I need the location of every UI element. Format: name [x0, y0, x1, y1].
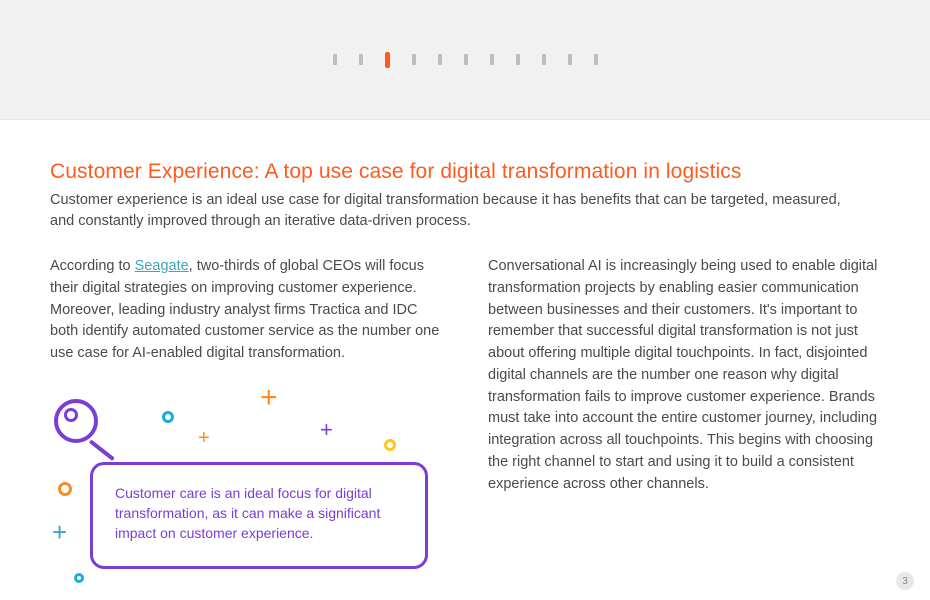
left-paragraph: According to Seagate, two-thirds of glob… — [50, 256, 442, 365]
text-span: According to — [50, 258, 135, 274]
page-dot[interactable] — [464, 54, 468, 65]
magnifying-glass-icon — [54, 399, 124, 469]
column-left: According to Seagate, two-thirds of glob… — [50, 256, 442, 597]
page-body: Customer Experience: A top use case for … — [0, 120, 930, 600]
page-dot[interactable] — [568, 54, 572, 65]
decorative-illustration: + + + + Customer care is an ideal focus … — [50, 387, 442, 597]
page-dot-active[interactable] — [385, 52, 390, 68]
page-number-badge: 3 — [896, 572, 914, 590]
page-dot[interactable] — [412, 54, 416, 65]
page-dot[interactable] — [490, 54, 494, 65]
circle-icon — [384, 439, 396, 451]
plus-icon: + — [52, 517, 67, 548]
intro-paragraph: Customer experience is an ideal use case… — [50, 190, 860, 232]
two-column-layout: According to Seagate, two-thirds of glob… — [50, 256, 880, 597]
plus-icon: + — [320, 417, 333, 443]
seagate-link[interactable]: Seagate — [135, 258, 189, 274]
callout-box: Customer care is an ideal focus for digi… — [90, 462, 428, 569]
page-dot[interactable] — [438, 54, 442, 65]
circle-icon — [162, 411, 174, 423]
page-dot[interactable] — [333, 54, 337, 65]
right-paragraph: Conversational AI is increasingly being … — [488, 256, 880, 495]
page-title: Customer Experience: A top use case for … — [50, 160, 880, 184]
circle-icon — [74, 573, 84, 583]
page-dot[interactable] — [542, 54, 546, 65]
page-dot[interactable] — [594, 54, 598, 65]
plus-icon: + — [260, 381, 278, 415]
circle-icon — [58, 482, 72, 496]
page-dot[interactable] — [359, 54, 363, 65]
callout-text: Customer care is an ideal focus for digi… — [115, 483, 403, 544]
column-right: Conversational AI is increasingly being … — [488, 256, 880, 597]
page-dot[interactable] — [516, 54, 520, 65]
page-dots — [333, 52, 598, 68]
page-number: 3 — [902, 576, 908, 587]
plus-icon: + — [198, 427, 210, 450]
pagination-band — [0, 0, 930, 120]
